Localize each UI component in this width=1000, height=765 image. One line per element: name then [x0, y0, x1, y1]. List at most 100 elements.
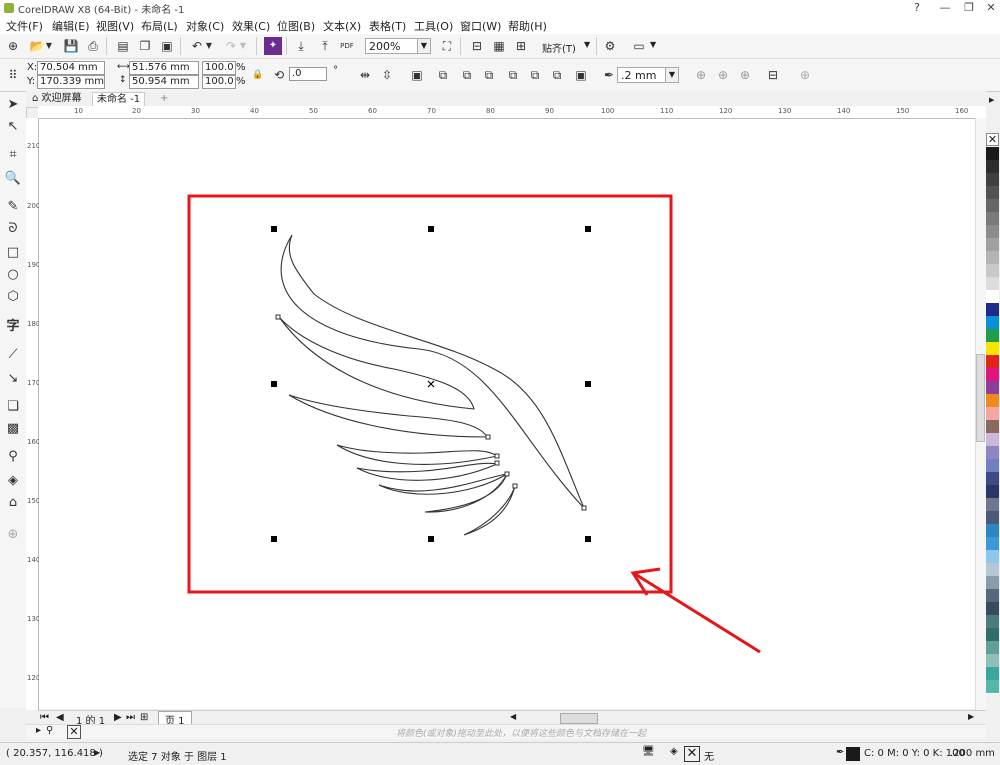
menu-layout[interactable]: 布局(L) — [141, 18, 178, 34]
minimize-button[interactable]: — — [932, 0, 958, 16]
launcher-dropdown-icon[interactable]: ▼ — [650, 40, 656, 49]
weld-icon[interactable]: ⧉ — [458, 66, 476, 84]
menu-table[interactable]: 表格(T) — [369, 18, 406, 34]
palette-swatch[interactable] — [986, 602, 999, 616]
ellipse-tool-icon[interactable]: ○ — [4, 266, 22, 284]
palette-swatch[interactable] — [986, 641, 999, 655]
menu-help[interactable]: 帮助(H) — [508, 18, 547, 34]
close-button[interactable]: ✕ — [978, 0, 1000, 16]
x-position-field[interactable]: 70.504 mm — [37, 61, 105, 75]
drop-shadow-tool-icon[interactable]: ❏ — [4, 398, 22, 416]
palette-swatch[interactable] — [986, 628, 999, 642]
application-launcher-icon[interactable]: ▭ — [630, 37, 648, 55]
object-height-field[interactable]: 50.954 mm — [129, 75, 199, 89]
crop-tool-icon[interactable]: ⌗ — [4, 146, 22, 164]
horizontal-scroll-thumb[interactable] — [560, 713, 598, 724]
artistic-media-icon[interactable]: ᘐ — [4, 220, 22, 238]
rectangle-tool-icon[interactable]: □ — [4, 244, 22, 262]
menu-object[interactable]: 对象(C) — [186, 18, 224, 34]
gear-icon[interactable]: ⚙ — [601, 37, 619, 55]
rulers-icon[interactable]: ⊟ — [468, 37, 486, 55]
rotation-angle-field[interactable]: .0 — [289, 67, 327, 81]
eyedropper-icon[interactable]: ⚲ — [46, 725, 53, 736]
palette-swatch[interactable] — [986, 459, 999, 473]
color-proof-icon[interactable]: 🖥 — [642, 746, 655, 757]
cut-icon[interactable]: ▤ — [114, 37, 132, 55]
intersect-icon[interactable]: ⧉ — [504, 66, 522, 84]
menu-bitmaps[interactable]: 位图(B) — [277, 18, 315, 34]
dimension-tool-icon[interactable]: ⟋ — [4, 346, 22, 364]
save-icon[interactable]: 💾 — [62, 37, 80, 55]
palette-swatch[interactable] — [986, 654, 999, 668]
add-icon[interactable]: ⊕ — [796, 66, 814, 84]
copy-icon[interactable]: ❐ — [136, 37, 154, 55]
palette-swatch[interactable] — [986, 446, 999, 460]
no-fill-swatch[interactable]: ✕ — [684, 746, 700, 762]
trim-icon[interactable]: ⧉ — [480, 66, 498, 84]
front-minus-back-icon[interactable]: ⧉ — [548, 66, 566, 84]
outline-width-combo[interactable]: .2 mm ▼ — [617, 67, 679, 83]
no-color-swatch[interactable]: ✕ — [67, 725, 81, 739]
palette-swatch[interactable] — [986, 680, 999, 694]
vertical-ruler[interactable]: 210 200 190 180 170 160 150 140 130 120 … — [26, 118, 40, 710]
coords-arrow-icon[interactable]: ▶ — [94, 748, 100, 757]
menu-window[interactable]: 窗口(W) — [460, 18, 501, 34]
palette-swatch[interactable] — [986, 173, 999, 187]
open-dropdown-icon[interactable]: ▼ — [44, 37, 54, 55]
snap-dropdown-icon[interactable]: ▼ — [584, 40, 590, 49]
chevron-down-icon[interactable]: ▼ — [665, 68, 678, 82]
palette-swatch[interactable] — [986, 251, 999, 265]
y-position-field[interactable]: 170.339 mm — [37, 75, 105, 89]
add-tool-icon[interactable]: ⊕ — [4, 526, 22, 544]
palette-swatch[interactable] — [986, 485, 999, 499]
zoom-level-combo[interactable]: 200% ▼ — [365, 38, 431, 54]
text-tool-icon[interactable]: 字 — [4, 318, 22, 336]
print-icon[interactable]: ⎙ — [84, 37, 102, 55]
eyedropper-tool-icon[interactable]: ⚲ — [4, 448, 22, 466]
add-page-icon[interactable]: ⊞ — [140, 712, 148, 723]
search-content-icon[interactable]: ✦ — [264, 37, 282, 55]
import-icon[interactable]: ⤓ — [292, 37, 310, 55]
tab-welcome-screen[interactable]: ⌂ 欢迎屏幕 — [28, 92, 86, 106]
export-pdf-icon[interactable]: PDF — [338, 37, 356, 55]
align-objects-icon[interactable]: ⊕ — [692, 66, 710, 84]
horizontal-ruler[interactable]: 10 20 30 40 50 60 70 80 90 100 110 120 1… — [38, 106, 986, 119]
group-icon[interactable]: ▣ — [408, 66, 426, 84]
freehand-tool-icon[interactable]: ✎ — [4, 198, 22, 216]
center-marker[interactable] — [427, 380, 435, 388]
node-markers[interactable] — [275, 314, 587, 511]
smart-fill-icon[interactable]: ⌂ — [4, 494, 22, 512]
first-page-icon[interactable]: ⏮ — [40, 712, 49, 723]
palette-swatch[interactable] — [986, 550, 999, 564]
grid-icon[interactable]: ▦ — [490, 37, 508, 55]
lock-ratio-icon[interactable]: 🔒 — [249, 66, 267, 84]
palette-swatch[interactable] — [986, 394, 999, 408]
interactive-fill-icon[interactable]: ◈ — [4, 472, 22, 490]
palette-swatch[interactable] — [986, 433, 999, 447]
pick-tool-icon[interactable]: ➤ — [4, 96, 22, 114]
object-width-field[interactable]: 51.576 mm — [129, 61, 199, 75]
outline-color-swatch[interactable] — [846, 747, 860, 761]
distribute-icon[interactable]: ⊕ — [736, 66, 754, 84]
palette-swatch[interactable] — [986, 186, 999, 200]
menu-file[interactable]: 文件(F) — [6, 18, 43, 34]
mirror-horizontal-icon[interactable]: ⇹ — [356, 66, 374, 84]
palette-swatch[interactable] — [986, 420, 999, 434]
palette-swatch[interactable] — [986, 277, 999, 291]
chevron-down-icon[interactable]: ▼ — [417, 39, 430, 53]
scroll-right-icon[interactable]: ▶ — [968, 712, 980, 722]
object-origin-icon[interactable]: ⠿ — [4, 66, 22, 84]
palette-swatch[interactable] — [986, 589, 999, 603]
undo-dropdown-icon[interactable]: ▼ — [204, 37, 214, 55]
menu-tools[interactable]: 工具(O) — [414, 18, 453, 34]
palette-swatch[interactable] — [986, 498, 999, 512]
palette-swatch[interactable] — [986, 615, 999, 629]
menu-effects[interactable]: 效果(C) — [232, 18, 270, 34]
shape-tool-icon[interactable]: ↖ — [4, 118, 22, 136]
palette-swatch[interactable] — [986, 147, 999, 161]
menu-edit[interactable]: 编辑(E) — [52, 18, 90, 34]
scroll-left-icon[interactable]: ◀ — [510, 712, 522, 722]
palette-swatch[interactable] — [986, 576, 999, 590]
next-page-icon[interactable]: ▶ — [114, 712, 122, 723]
add-tab-button[interactable]: + — [156, 92, 172, 106]
